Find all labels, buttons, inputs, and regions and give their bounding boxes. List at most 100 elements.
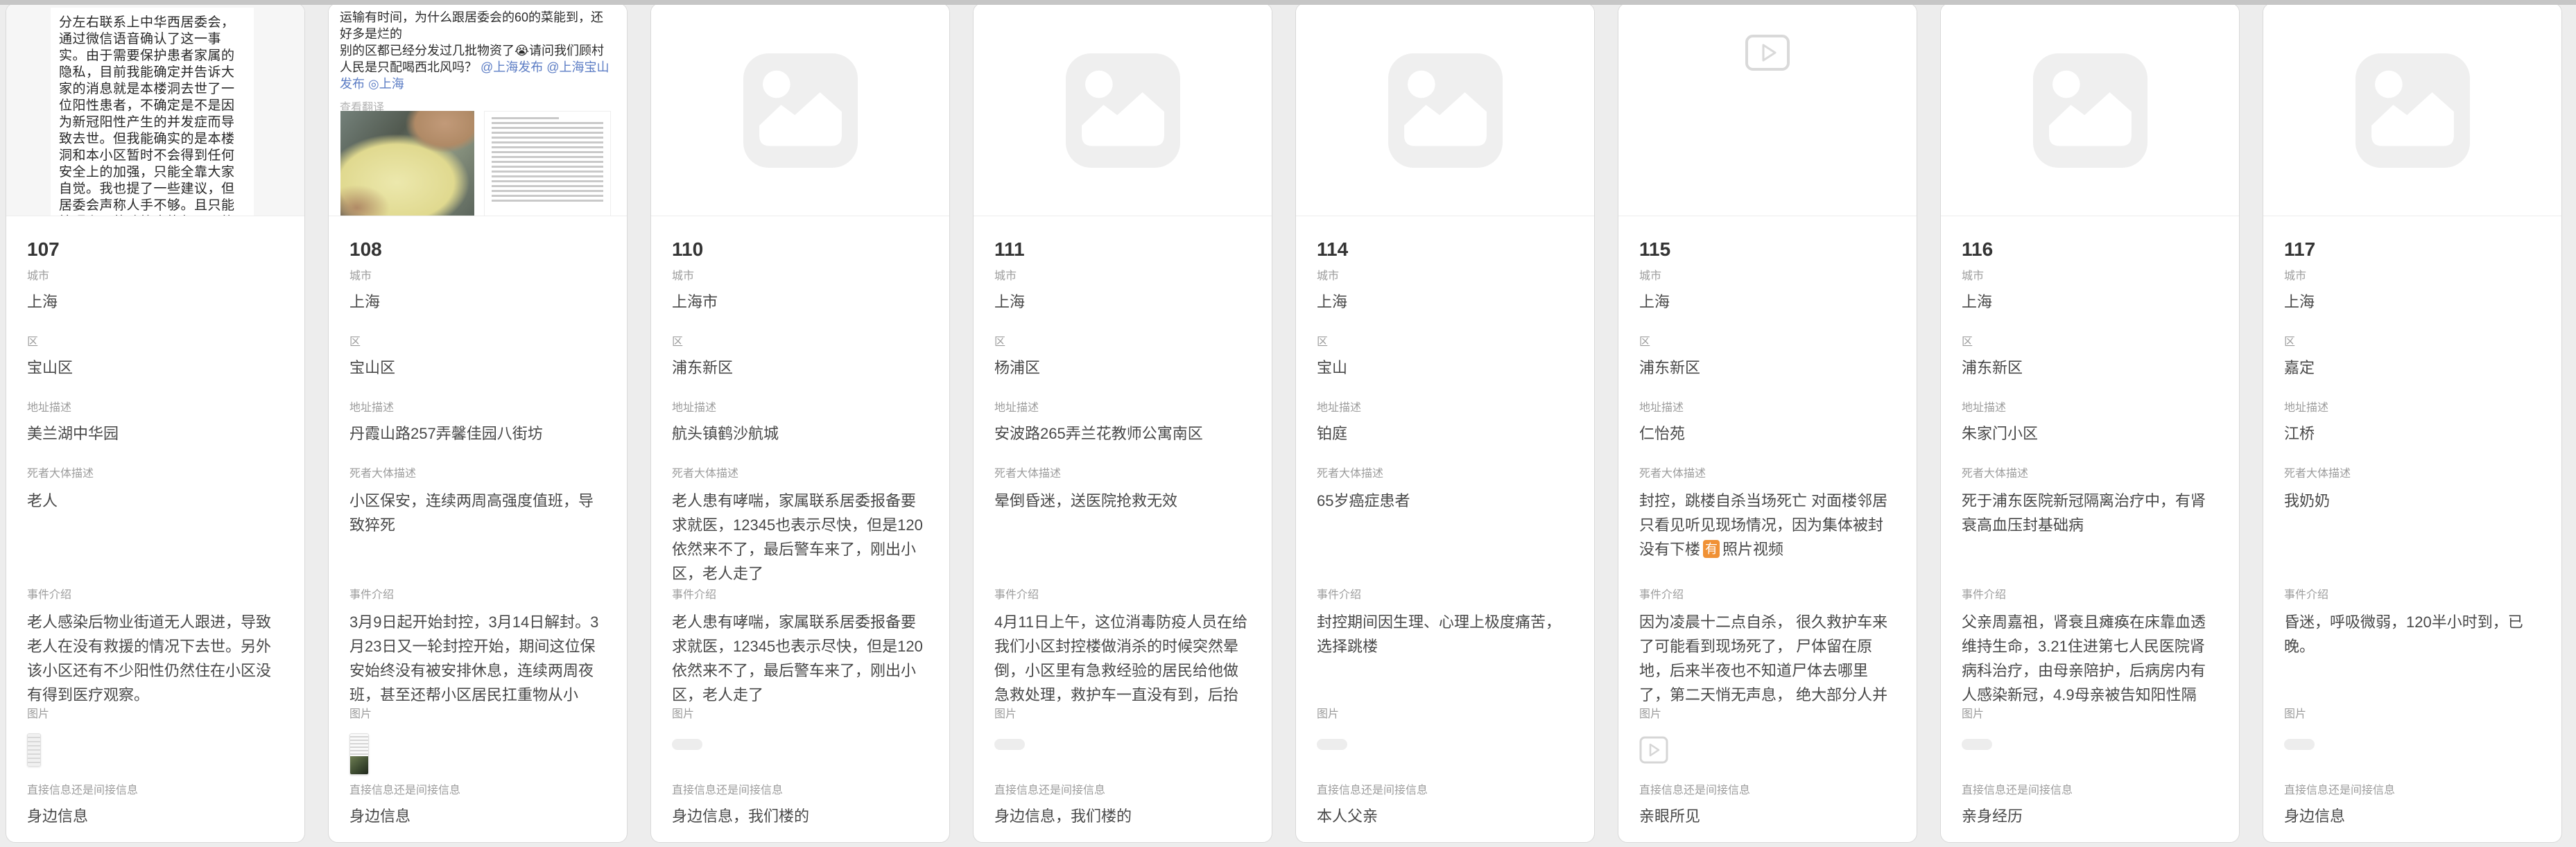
field-label-address: 地址描述 (349, 401, 606, 416)
record-card[interactable]: 117 城市 上海 区 嘉定 地址描述 江桥 死者大体描述 我奶奶 事件介绍 昏… (2263, 3, 2562, 843)
attachment-thumbnail[interactable] (1317, 739, 1347, 750)
image-placeholder-icon (2033, 53, 2147, 168)
attachment-thumbnail[interactable] (672, 739, 702, 750)
horizontal-scrollbar[interactable] (0, 0, 2576, 5)
record-id: 115 (1639, 236, 1896, 263)
record-media-preview[interactable]: 运输有时间，为什么跟居委会的60的菜能到，还好多是烂的 别的区都已经分发过几批物… (329, 3, 627, 216)
field-district: 区 浦东新区 (1962, 335, 2218, 379)
attachment-thumbnail[interactable] (2284, 739, 2315, 750)
field-direct-info: 直接信息还是间接信息 本人父亲 (1317, 783, 1573, 828)
field-event: 事件介绍 老人患有哮喘，家属联系居委报备要求就医，12345也表示尽快，但是12… (672, 588, 928, 707)
record-card[interactable]: 运输有时间，为什么跟居委会的60的菜能到，还好多是烂的 别的区都已经分发过几批物… (328, 3, 628, 843)
field-label-city: 城市 (2284, 269, 2541, 284)
field-value-city: 上海 (1317, 291, 1573, 313)
record-media-preview[interactable] (651, 3, 949, 216)
field-value-address: 美兰湖中华园 (27, 423, 284, 445)
record-media-preview[interactable]: 分左右联系上中华西居委会，通过微信语音确认了这一事实。由于需要保护患者家属的隐私… (6, 3, 304, 216)
field-value-event: 昏迷，呼吸微弱，120半小时到，已晚。 (2284, 610, 2541, 707)
field-district: 区 杨浦区 (994, 335, 1251, 379)
field-address: 地址描述 仁怡苑 (1639, 401, 1896, 445)
field-image: 图片 (672, 707, 928, 783)
screenshot-thumbnail[interactable] (484, 111, 611, 216)
field-label-address: 地址描述 (2284, 401, 2541, 416)
field-label-district: 区 (672, 335, 928, 350)
deceased-suffix: 照片视频 (1722, 541, 1783, 558)
field-value-deceased: 我奶奶 (2284, 489, 2541, 586)
field-address: 地址描述 铂庭 (1317, 401, 1573, 445)
field-value-deceased: 老人 (27, 489, 284, 586)
field-deceased: 死者大体描述 小区保安，连续两周高强度值班，导致猝死 (349, 466, 606, 586)
field-value-deceased: 死于浦东医院新冠隔离治疗中，有肾衰高血压封基础病 (1962, 489, 2218, 586)
field-label-deceased: 死者大体描述 (27, 466, 284, 482)
field-label-district: 区 (1639, 335, 1896, 350)
record-card[interactable]: 111 城市 上海 区 杨浦区 地址描述 安波路265弄兰花教师公寓南区 死者大… (973, 3, 1272, 843)
field-label-direct-info: 直接信息还是间接信息 (994, 783, 1251, 798)
video-attachment-icon[interactable] (1639, 736, 1668, 764)
field-direct-info: 直接信息还是间接信息 身边信息 (349, 783, 606, 828)
record-id: 116 (1962, 236, 2218, 263)
field-address: 地址描述 朱家门小区 (1962, 401, 2218, 445)
field-label-city: 城市 (349, 269, 606, 284)
record-media-preview[interactable] (2263, 3, 2561, 216)
image-placeholder-icon (2355, 53, 2470, 168)
social-post[interactable]: 运输有时间，为什么跟居委会的60的菜能到，还好多是烂的 别的区都已经分发过几批物… (329, 3, 627, 216)
field-value-district: 宝山区 (349, 357, 606, 379)
field-value-city: 上海 (2284, 291, 2541, 313)
field-city: 城市 上海 (1317, 269, 1573, 313)
image-placeholder-icon (743, 53, 858, 168)
field-direct-info: 直接信息还是间接信息 亲眼所见 (1639, 783, 1896, 828)
record-card[interactable]: 116 城市 上海 区 浦东新区 地址描述 朱家门小区 死者大体描述 死于浦东医… (1940, 3, 2240, 843)
field-label-deceased: 死者大体描述 (994, 466, 1251, 482)
field-event: 事件介绍 昏迷，呼吸微弱，120半小时到，已晚。 (2284, 588, 2541, 707)
field-value-deceased: 小区保安，连续两周高强度值班，导致猝死 (349, 489, 606, 586)
field-label-district: 区 (27, 335, 284, 350)
field-value-district: 杨浦区 (994, 357, 1251, 379)
attachment-thumbnail[interactable] (349, 733, 369, 775)
attachment-thumbnail[interactable] (27, 733, 41, 767)
field-value-address: 安波路265弄兰花教师公寓南区 (994, 423, 1251, 445)
field-district: 区 宝山区 (27, 335, 284, 379)
field-label-city: 城市 (672, 269, 928, 284)
record-media-preview[interactable] (974, 3, 1272, 216)
field-deceased: 死者大体描述 我奶奶 (2284, 466, 2541, 586)
attachment-area (994, 729, 1251, 783)
record-fields: 116 城市 上海 区 浦东新区 地址描述 朱家门小区 死者大体描述 死于浦东医… (1941, 216, 2239, 828)
attachment-thumbnail[interactable] (994, 739, 1025, 750)
field-label-event: 事件介绍 (349, 588, 606, 603)
record-media-preview[interactable] (1296, 3, 1594, 216)
field-event: 事件介绍 4月11日上午，这位消毒防疫人员在给我们小区封控楼做消杀的时候突然晕倒… (994, 588, 1251, 707)
record-card[interactable]: 分左右联系上中华西居委会，通过微信语音确认了这一事实。由于需要保护患者家属的隐私… (6, 3, 305, 843)
video-play-icon[interactable] (1745, 34, 1790, 71)
field-event: 事件介绍 父亲周嘉祖，肾衰且瘫痪在床靠血透维持生命，3.21住进第七人民医院肾病… (1962, 588, 2218, 707)
field-label-district: 区 (1317, 335, 1573, 350)
field-label-event: 事件介绍 (1962, 588, 2218, 603)
field-district: 区 嘉定 (2284, 335, 2541, 379)
chat-screenshot[interactable]: 分左右联系上中华西居委会，通过微信语音确认了这一事实。由于需要保护患者家属的隐私… (6, 3, 304, 216)
attachment-area (349, 729, 606, 783)
field-label-address: 地址描述 (1639, 401, 1896, 416)
record-card[interactable]: 110 城市 上海市 区 浦东新区 地址描述 航头镇鹤沙航城 死者大体描述 老人… (650, 3, 950, 843)
photo-thumbnail[interactable] (340, 111, 474, 216)
attachment-area (1962, 729, 2218, 783)
record-media-preview[interactable] (1618, 3, 1917, 216)
field-value-event: 父亲周嘉祖，肾衰且瘫痪在床靠血透维持生命，3.21住进第七人民医院肾病科治疗，由… (1962, 610, 2218, 707)
field-deceased: 死者大体描述 老人患有哮喘，家属联系居委报备要求就医，12345也表示尽快，但是… (672, 466, 928, 586)
record-card[interactable]: 114 城市 上海 区 宝山 地址描述 铂庭 死者大体描述 65岁癌症患者 事件… (1295, 3, 1595, 843)
field-value-district: 宝山区 (27, 357, 284, 379)
field-image: 图片 (1639, 707, 1896, 783)
field-label-deceased: 死者大体描述 (2284, 466, 2541, 482)
field-event: 事件介绍 因为凌晨十二点自杀， 很久救护车来了可能看到现场死了， 尸体留在原地，… (1639, 588, 1896, 707)
field-event: 事件介绍 3月9日起开始封控，3月14日解封。3月23日又一轮封控开始，期间这位… (349, 588, 606, 707)
field-district: 区 宝山区 (349, 335, 606, 379)
field-value-direct-info: 身边信息，我们楼的 (994, 805, 1251, 828)
field-value-deceased: 封控，跳楼自杀当场死亡 对面楼邻居只看见听见现场情况，因为集体被封没有下楼有照片… (1639, 489, 1896, 586)
attachment-thumbnail[interactable] (1962, 739, 1992, 750)
field-address: 地址描述 安波路265弄兰花教师公寓南区 (994, 401, 1251, 445)
record-id: 117 (2284, 236, 2541, 263)
record-fields: 107 城市 上海 区 宝山区 地址描述 美兰湖中华园 死者大体描述 老人 事件… (6, 216, 304, 828)
field-label-city: 城市 (1317, 269, 1573, 284)
record-media-preview[interactable] (1941, 3, 2239, 216)
record-card[interactable]: 115 城市 上海 区 浦东新区 地址描述 仁怡苑 死者大体描述 封控，跳楼自杀… (1618, 3, 1917, 843)
field-label-district: 区 (1962, 335, 2218, 350)
field-label-deceased: 死者大体描述 (349, 466, 606, 482)
